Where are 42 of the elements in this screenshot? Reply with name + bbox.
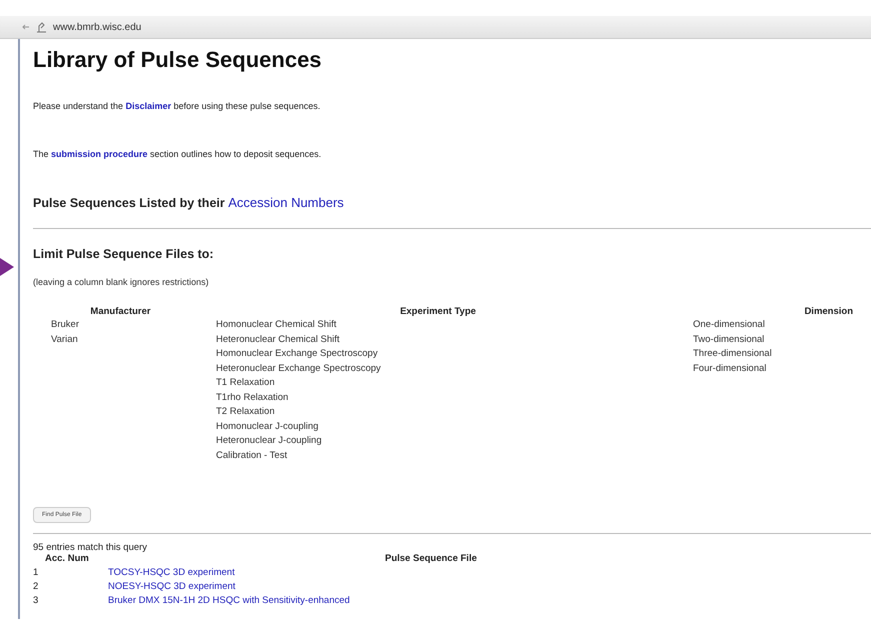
page-title: Library of Pulse Sequences xyxy=(33,46,323,73)
accession-link[interactable]: Accession Numbers xyxy=(228,195,344,210)
section-heading: Pulse Sequences Listed by their xyxy=(33,196,226,210)
pulse-file-link[interactable]: Bruker DMX 15N-1H 2D HSQC with Sensitivity-enhanced xyxy=(108,594,350,608)
filter-option[interactable]: Homonuclear J-coupling xyxy=(208,420,668,434)
column-header: Dimension xyxy=(803,305,853,318)
filter-option[interactable]: T1 Relaxation xyxy=(208,376,668,390)
column-header: Manufacturer xyxy=(89,305,152,318)
notice-link[interactable]: Disclaimer xyxy=(126,101,172,111)
filter-option[interactable]: Heteronuclear J-coupling xyxy=(208,434,668,448)
row-number: 1 xyxy=(33,566,40,580)
filter-option[interactable]: Three-dimensional xyxy=(668,347,853,362)
notice-text: Please understand the Disclaimer before using these pulse sequences. xyxy=(33,101,322,111)
filter-option[interactable]: T1rho Relaxation xyxy=(208,390,668,405)
pulse-file-link[interactable]: NOESY-HSQC 3D experiment xyxy=(108,580,236,594)
pulse-file-link[interactable]: TOCSY-HSQC 3D experiment xyxy=(108,566,235,580)
notice-link[interactable]: submission procedure xyxy=(51,149,148,159)
filter-option[interactable]: Bruker xyxy=(33,318,208,332)
section-heading: Limit Pulse Sequence Files to: xyxy=(33,247,215,261)
row-number: 3 xyxy=(33,594,40,608)
filter-option[interactable]: Calibration - Test xyxy=(208,448,668,463)
pointer-arrow-icon xyxy=(0,258,14,276)
filter-option[interactable]: T2 Relaxation xyxy=(208,405,668,420)
filter-option[interactable]: Four-dimensional xyxy=(668,362,853,376)
column-header: Experiment Type xyxy=(399,305,477,318)
filter-option[interactable]: Heteronuclear Exchange Spectroscopy xyxy=(208,362,668,376)
column-header: Pulse Sequence File xyxy=(385,553,477,564)
filter-option[interactable]: Homonuclear Exchange Spectroscopy xyxy=(208,347,668,362)
url-text: www.bmrb.wisc.edu xyxy=(53,22,142,32)
filter-option[interactable]: Two-dimensional xyxy=(668,332,853,347)
site-icon xyxy=(36,22,47,32)
address-bar[interactable]: www.bmrb.wisc.edu xyxy=(0,16,871,39)
filter-option[interactable]: Heteronuclear Chemical Shift xyxy=(208,332,668,347)
filter-option[interactable]: Varian xyxy=(33,332,208,347)
filter-option[interactable]: One-dimensional xyxy=(668,318,853,332)
filter-option[interactable]: Homonuclear Chemical Shift xyxy=(208,318,668,332)
notice-text: The submission procedure section outlines how to deposit sequences. xyxy=(33,149,322,159)
column-header: Acc. Num xyxy=(44,553,90,564)
hint-text: (leaving a column blank ignores restrictions) xyxy=(33,277,210,287)
row-number: 2 xyxy=(33,580,40,594)
back-arrow-icon[interactable] xyxy=(22,23,30,31)
result-count: 95 entries match this query xyxy=(33,542,148,553)
